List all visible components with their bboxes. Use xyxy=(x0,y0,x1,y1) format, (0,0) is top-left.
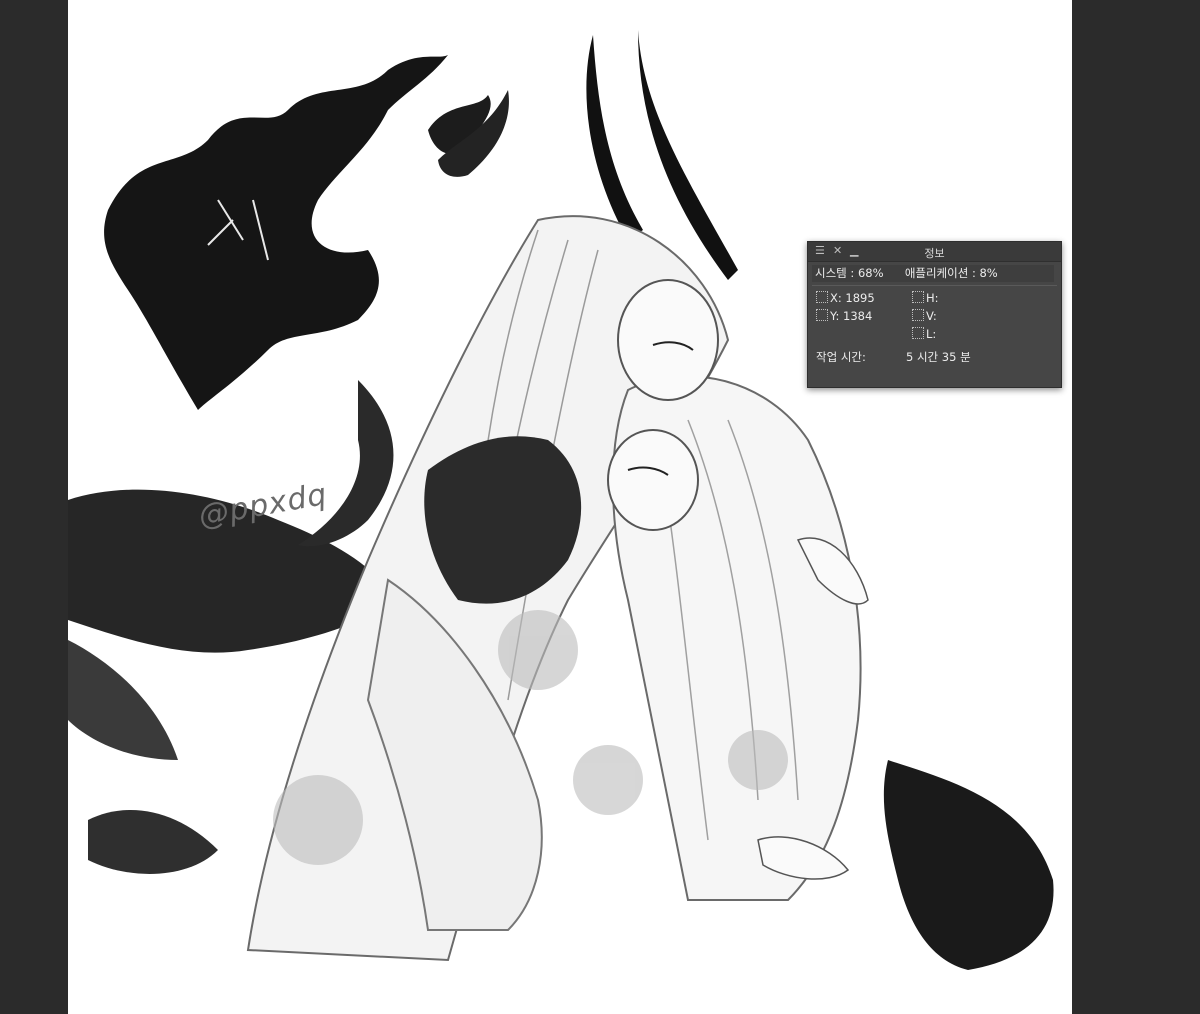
info-panel[interactable]: ☰ ✕ ▁ 정보 시스템 : 68% 애플리케이션 : 8% X: 1895 Y… xyxy=(807,241,1062,388)
face-small-figure xyxy=(607,429,699,531)
system-label: 시스템 : xyxy=(815,266,855,280)
horn-left-shape xyxy=(586,35,643,240)
v-measure: V: xyxy=(912,309,937,323)
document-canvas[interactable]: @ppxdq xyxy=(68,0,1072,1014)
x-position-icon xyxy=(816,291,828,303)
y-value: 1384 xyxy=(843,309,873,323)
y-position-icon xyxy=(816,309,828,321)
application-label: 애플리케이션 : xyxy=(904,266,976,280)
work-time-label: 작업 시간: xyxy=(816,350,866,364)
dragon-wing-shape xyxy=(104,55,448,410)
horizontal-measure-icon xyxy=(912,291,924,303)
h-measure: H: xyxy=(912,291,939,305)
l-measure: L: xyxy=(912,327,936,341)
info-panel-titlebar[interactable]: ☰ ✕ ▁ 정보 xyxy=(808,242,1061,262)
system-value: 68% xyxy=(857,266,884,280)
x-coordinate: X: 1895 xyxy=(816,291,875,305)
application-value: 8% xyxy=(979,266,998,280)
face-tall-figure xyxy=(617,279,719,401)
info-panel-title: 정보 xyxy=(924,247,945,260)
info-panel-divider xyxy=(812,285,1057,286)
y-coordinate: Y: 1384 xyxy=(816,309,872,323)
workspace: @ppxdq ☰ ✕ ▁ 정보 시스템 : 68% 애플리케이션 : 8% X:… xyxy=(0,0,1200,1014)
dragon-tail-right-shape xyxy=(883,760,1054,970)
memory-usage-row: 시스템 : 68% 애플리케이션 : 8% xyxy=(812,265,1054,282)
length-measure-icon xyxy=(912,327,924,339)
work-time-value: 5 시간 35 분 xyxy=(906,350,971,364)
vertical-measure-icon xyxy=(912,309,924,321)
x-value: 1895 xyxy=(845,291,875,305)
